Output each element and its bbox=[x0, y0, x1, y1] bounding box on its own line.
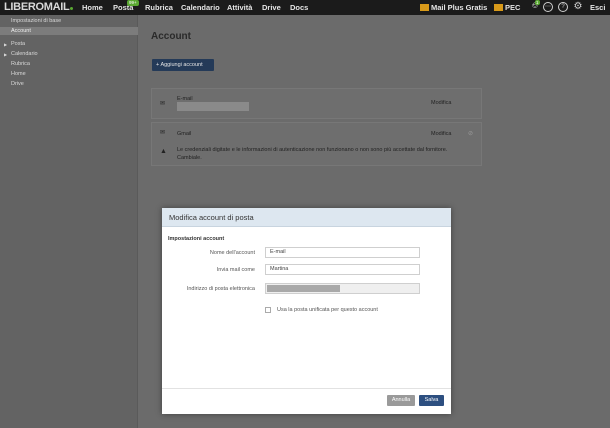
warning-icon: ▲ bbox=[160, 148, 167, 155]
sidebar-item-rubrica[interactable]: Rubrica bbox=[11, 61, 30, 67]
cancel-button[interactable]: Annulla bbox=[387, 395, 415, 406]
libero-mail-logo[interactable]: LIBEROMAIL bbox=[4, 1, 74, 13]
add-account-label: Aggiungi account bbox=[160, 62, 203, 68]
redacted-address bbox=[177, 102, 249, 111]
dialog-title: Modifica account di posta bbox=[169, 213, 254, 222]
settings-sidebar: Impostazioni di base Account ▶ Posta ▶ C… bbox=[0, 15, 138, 428]
pec-envelope-icon bbox=[494, 4, 503, 11]
chevron-right-icon[interactable]: ▶ bbox=[4, 42, 7, 47]
nav-attivita[interactable]: Attività bbox=[227, 3, 252, 12]
sidebar-item-impostazioni-base[interactable]: Impostazioni di base bbox=[11, 18, 61, 24]
nav-drive[interactable]: Drive bbox=[262, 3, 281, 12]
chevron-right-icon[interactable]: ▶ bbox=[4, 52, 7, 57]
sidebar-item-home[interactable]: Home bbox=[11, 71, 26, 77]
account-row-email: ✉ E-mail Modifica bbox=[151, 88, 482, 119]
sidebar-item-posta[interactable]: Posta bbox=[11, 41, 25, 47]
email-address-field bbox=[265, 283, 420, 294]
account-name-label: Gmail bbox=[177, 131, 192, 137]
account-row-gmail: ✉ Gmail Modifica ⊘ ▲ Le credenziali digi… bbox=[151, 122, 482, 166]
email-address-label: Indirizzo di posta elettronica bbox=[186, 286, 255, 292]
modify-account-link[interactable]: Modifica bbox=[431, 100, 451, 106]
mail-plus-label: Mail Plus Gratis bbox=[431, 3, 488, 12]
sidebar-item-drive[interactable]: Drive bbox=[11, 81, 24, 87]
redacted-address bbox=[267, 285, 340, 292]
warning-line-1: Le credenziali digitate e le informazion… bbox=[177, 147, 448, 153]
apps-icon[interactable]: ⋯ bbox=[543, 2, 553, 12]
delete-icon[interactable]: ⊘ bbox=[468, 130, 473, 137]
pec-label: PEC bbox=[505, 3, 521, 12]
save-button[interactable]: Salva bbox=[419, 395, 444, 406]
send-as-field[interactable]: Martina bbox=[265, 264, 420, 275]
sidebar-item-calendario[interactable]: Calendario bbox=[11, 51, 38, 57]
help-icon[interactable]: ? bbox=[558, 2, 568, 12]
nav-docs[interactable]: Docs bbox=[290, 3, 308, 12]
modify-account-link[interactable]: Modifica bbox=[431, 131, 451, 137]
account-name-field[interactable]: E-mail bbox=[265, 247, 420, 258]
top-bar: LIBEROMAIL Home Posta 99+ Rubrica Calend… bbox=[0, 0, 610, 15]
dialog-divider bbox=[162, 388, 451, 389]
envelope-icon bbox=[420, 4, 429, 11]
add-account-button[interactable]: + Aggiungi account bbox=[152, 59, 214, 71]
auth-warning-text: Le credenziali digitate e le informazion… bbox=[177, 146, 477, 162]
mail-plus-link[interactable]: Mail Plus Gratis bbox=[420, 3, 487, 12]
posta-unread-badge: 99+ bbox=[127, 0, 139, 6]
unified-mail-label[interactable]: Usa la posta unificata per questo accoun… bbox=[277, 307, 378, 313]
account-name-label: Nome dell'account bbox=[209, 250, 255, 256]
envelope-icon: ✉ bbox=[160, 101, 166, 107]
pec-link[interactable]: PEC bbox=[494, 3, 520, 12]
section-heading: Impostazioni account bbox=[168, 236, 225, 242]
logout-link[interactable]: Esci bbox=[590, 3, 605, 12]
edit-account-dialog: Modifica account di posta Impostazioni a… bbox=[162, 208, 451, 414]
notification-count-badge: 1 bbox=[535, 0, 540, 5]
envelope-icon: ✉ bbox=[160, 130, 166, 136]
warning-line-2: Cambiale. bbox=[177, 155, 202, 161]
sidebar-item-account[interactable]: Account bbox=[11, 28, 31, 34]
unified-mail-checkbox[interactable] bbox=[265, 307, 271, 313]
send-as-label: Invia mail come bbox=[216, 267, 255, 273]
nav-calendario[interactable]: Calendario bbox=[181, 3, 220, 12]
nav-rubrica[interactable]: Rubrica bbox=[145, 3, 173, 12]
nav-home[interactable]: Home bbox=[82, 3, 103, 12]
dialog-header: Modifica account di posta bbox=[162, 208, 451, 227]
gear-icon[interactable]: ⚙ bbox=[573, 2, 583, 12]
page-title: Account bbox=[151, 31, 191, 42]
